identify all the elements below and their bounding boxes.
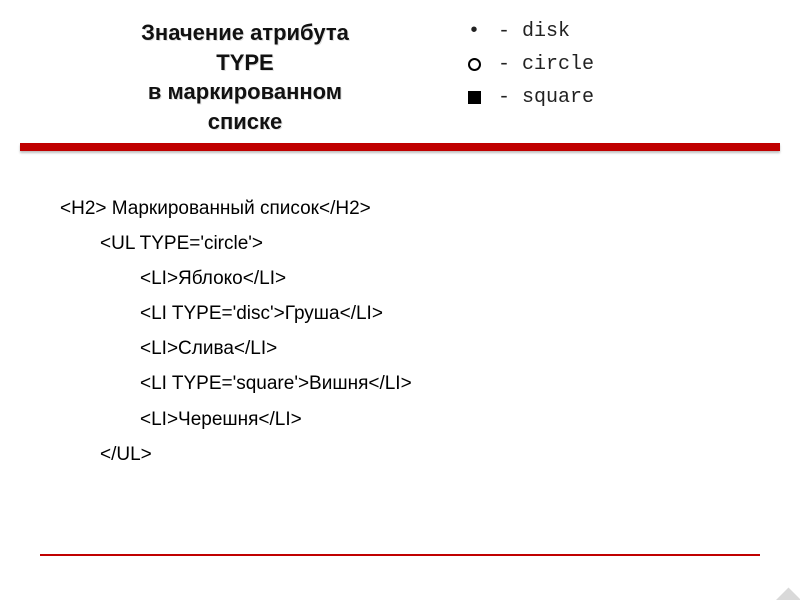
code-line-1: <H2> Маркированный список</H2> xyxy=(60,191,800,226)
code-example: <H2> Маркированный список</H2> <UL TYPE=… xyxy=(0,151,800,472)
code-line-3: <LI>Яблоко</LI> xyxy=(60,261,800,296)
title-line-1: Значение атрибута xyxy=(60,18,430,48)
legend-row-circle: - circle xyxy=(460,53,594,76)
code-line-2: <UL TYPE='circle'> xyxy=(60,226,800,261)
square-icon xyxy=(460,91,488,104)
horizontal-rule-top xyxy=(20,143,780,151)
legend-label-square: - square xyxy=(488,86,594,109)
circle-icon xyxy=(460,58,488,71)
legend-label-disk: - disk xyxy=(488,20,570,43)
page-corner-fold-icon xyxy=(776,576,800,600)
title-line-2: TYPE xyxy=(60,48,430,78)
code-line-7: <LI>Черешня</LI> xyxy=(60,402,800,437)
title-line-3: в маркированном xyxy=(60,77,430,107)
horizontal-rule-bottom xyxy=(40,554,760,556)
disc-icon xyxy=(460,20,488,43)
marker-legend: - disk - circle - square xyxy=(430,18,594,137)
slide-title: Значение атрибута TYPE в маркированном с… xyxy=(60,18,430,137)
code-line-8: </UL> xyxy=(60,437,800,472)
code-line-6: <LI TYPE='square'>Вишня</LI> xyxy=(60,366,800,401)
title-line-4: списке xyxy=(60,107,430,137)
header-area: Значение атрибута TYPE в маркированном с… xyxy=(0,0,800,137)
legend-label-circle: - circle xyxy=(488,53,594,76)
code-line-4: <LI TYPE='disc'>Груша</LI> xyxy=(60,296,800,331)
legend-row-disk: - disk xyxy=(460,20,594,43)
legend-row-square: - square xyxy=(460,86,594,109)
code-line-5: <LI>Слива</LI> xyxy=(60,331,800,366)
